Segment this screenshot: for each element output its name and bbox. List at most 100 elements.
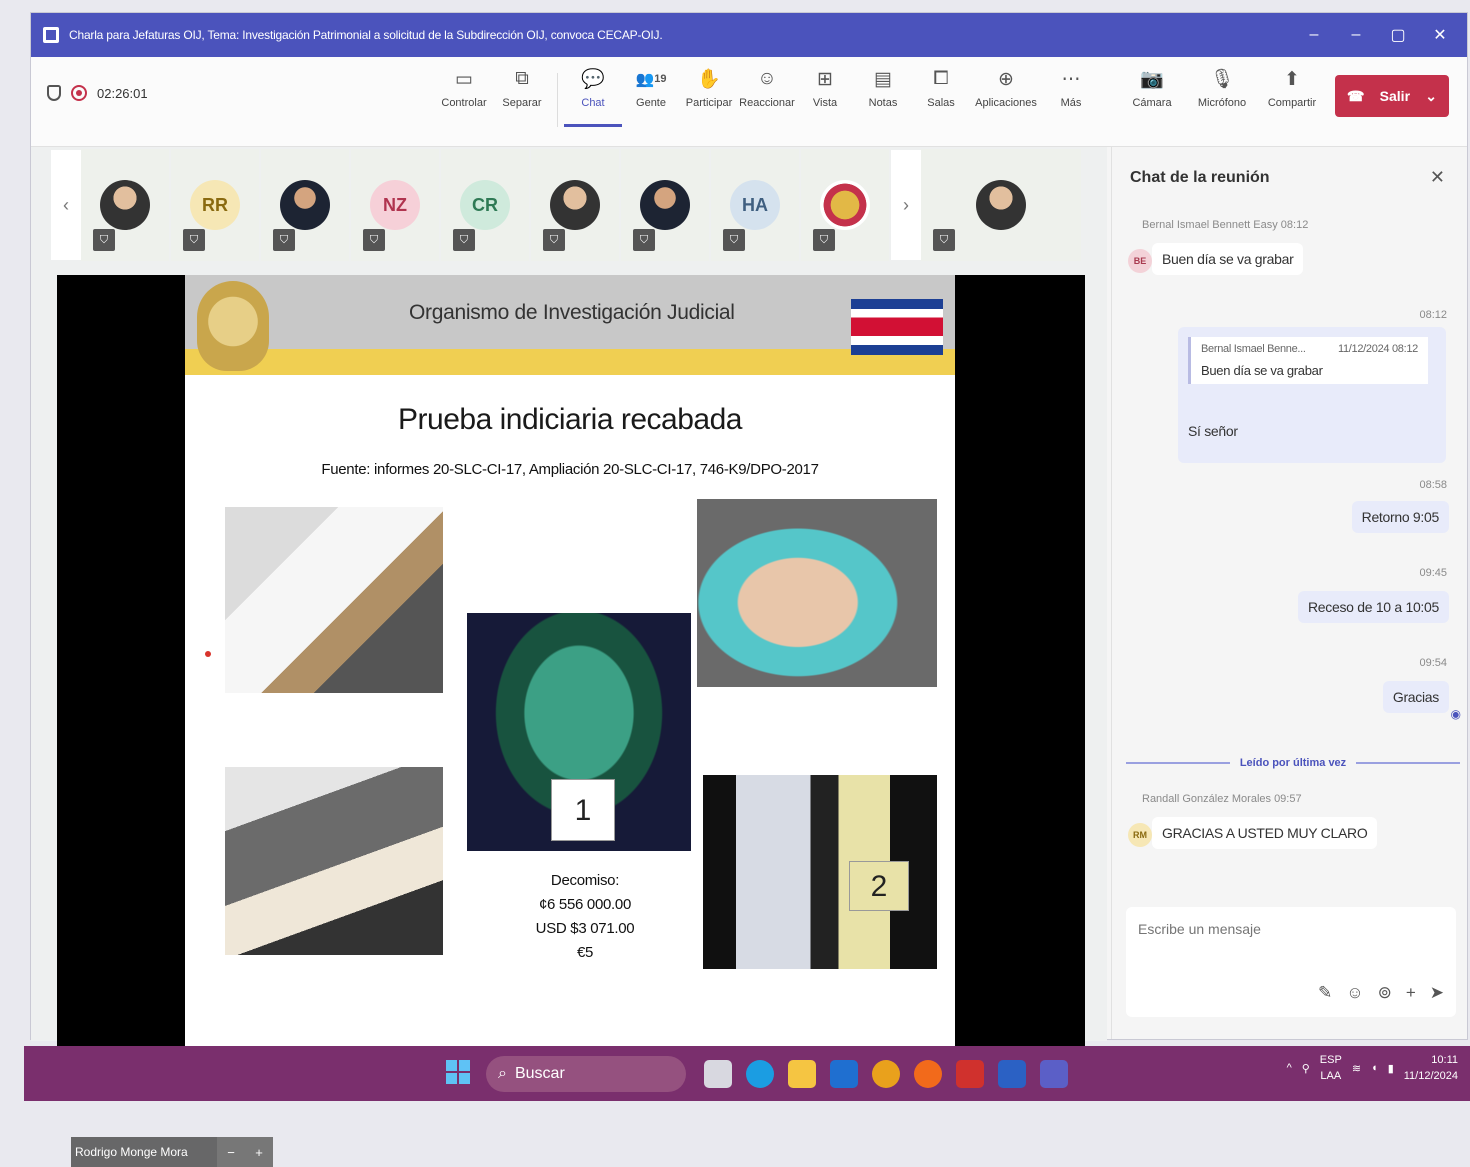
firefox-icon[interactable] bbox=[914, 1060, 942, 1088]
participant-tile[interactable]: ⛉ bbox=[261, 149, 349, 261]
controlar-button[interactable]: ▭ Controlar bbox=[435, 67, 493, 127]
teams-icon[interactable] bbox=[1040, 1060, 1068, 1088]
chrome-icon[interactable] bbox=[872, 1060, 900, 1088]
send-icon[interactable]: ➤ bbox=[1430, 983, 1444, 1003]
participant-tile[interactable]: ⛉ bbox=[801, 149, 889, 261]
maximize-button[interactable]: ▢ bbox=[1377, 25, 1419, 45]
pin-icon[interactable]: ⛉ bbox=[183, 229, 205, 251]
mic-off-icon: 🎙 bbox=[1209, 69, 1235, 90]
zoom-out-icon[interactable]: − bbox=[227, 1145, 235, 1160]
separar-button[interactable]: ⧉ Separar bbox=[493, 67, 551, 127]
share-tray-icon: ▭ bbox=[455, 68, 473, 90]
avatar: NZ bbox=[370, 180, 420, 230]
apps-button[interactable]: ⊕ Aplicaciones bbox=[970, 67, 1042, 127]
participant-tile[interactable]: NZ ⛉ bbox=[351, 149, 439, 261]
pin-icon[interactable]: ⛉ bbox=[93, 229, 115, 251]
rooms-button[interactable]: ⧠ Salas bbox=[912, 67, 970, 127]
chat-message[interactable]: Buen día se va grabar bbox=[1152, 243, 1304, 275]
chat-message[interactable]: Retorno 9:05 bbox=[1351, 501, 1449, 533]
loop-icon[interactable]: ⊚ bbox=[1378, 983, 1392, 1003]
acrobat-icon[interactable] bbox=[956, 1060, 984, 1088]
pin-icon[interactable]: ⛉ bbox=[633, 229, 655, 251]
file-explorer-icon[interactable] bbox=[788, 1060, 816, 1088]
more-button[interactable]: ⋯ Más bbox=[1042, 67, 1100, 127]
add-icon[interactable]: + bbox=[1406, 983, 1416, 1003]
strip-next-button[interactable]: › bbox=[891, 150, 921, 260]
zoom-in-icon[interactable]: + bbox=[255, 1145, 263, 1160]
react-button[interactable]: ☺ Reaccionar bbox=[738, 67, 796, 127]
tool-label: Aplicaciones bbox=[975, 97, 1037, 109]
chevron-down-icon[interactable]: ⌄ bbox=[1425, 88, 1437, 105]
notes-button[interactable]: ▤ Notas bbox=[854, 67, 912, 127]
leave-label: Salir bbox=[1379, 88, 1411, 104]
pin-icon[interactable]: ⛉ bbox=[543, 229, 565, 251]
slide-header: Organismo de Investigación Judicial bbox=[185, 275, 955, 375]
participant-tile[interactable]: CR ⛉ bbox=[441, 149, 529, 261]
tool-label: Participar bbox=[685, 97, 733, 109]
language-indicator[interactable]: ESP LAA bbox=[1320, 1052, 1342, 1084]
minimize-alt-button[interactable]: – bbox=[1293, 26, 1335, 44]
camera-button[interactable]: 📷 Cámara bbox=[1117, 67, 1187, 109]
chat-button[interactable]: 💬 Chat bbox=[564, 67, 622, 127]
taskbar-clock[interactable]: 10:11 11/12/2024 bbox=[1404, 1052, 1458, 1084]
pin-icon[interactable]: ⛉ bbox=[723, 229, 745, 251]
react-icon: ☺ bbox=[757, 68, 777, 89]
pin-icon[interactable]: ⛉ bbox=[273, 229, 295, 251]
chat-message[interactable]: Bernal Ismael Benne... 11/12/2024 08:12 B… bbox=[1178, 327, 1446, 463]
participant-tile[interactable]: HA ⛉ bbox=[711, 149, 799, 261]
raise-hand-button[interactable]: ✋ Participar bbox=[680, 67, 738, 127]
windows-start-icon[interactable] bbox=[446, 1060, 470, 1084]
battery-icon[interactable]: ▮ bbox=[1388, 1062, 1394, 1075]
view-button[interactable]: ⊞ Vista bbox=[796, 67, 854, 127]
taskbar-apps bbox=[704, 1060, 1068, 1088]
divider-line bbox=[1126, 762, 1230, 764]
message-time: 09:54 bbox=[1419, 657, 1447, 669]
edge-icon[interactable] bbox=[746, 1060, 774, 1088]
wifi-icon[interactable]: ≋ bbox=[1352, 1062, 1361, 1075]
pin-icon[interactable]: ⛉ bbox=[933, 229, 955, 251]
format-icon[interactable]: ✎ bbox=[1318, 983, 1332, 1003]
leave-button[interactable]: ☎ Salir ⌄ bbox=[1335, 75, 1449, 117]
chat-message[interactable]: Receso de 10 a 10:05 bbox=[1298, 591, 1449, 623]
participant-tile[interactable]: ⛉ bbox=[531, 149, 619, 261]
taskbar-search[interactable]: ⌕ Buscar bbox=[486, 1056, 686, 1092]
strip-prev-button[interactable]: ‹ bbox=[51, 150, 81, 260]
meeting-stage: ‹ ⛉ RR ⛉ ⛉ NZ ⛉ CR ⛉ ⛉ ⛉ HA ⛉ ⛉ › ⛉ Organism… bbox=[31, 147, 1107, 1167]
phone-icon: ☎ bbox=[1347, 87, 1365, 104]
close-window-button[interactable]: ✕ bbox=[1419, 25, 1461, 45]
people-button[interactable]: 👥 19 Gente bbox=[622, 67, 680, 127]
pin-icon[interactable]: ⛉ bbox=[813, 229, 835, 251]
composer-tools: ✎ ☺ ⊚ + ➤ bbox=[1318, 983, 1444, 1003]
word-icon[interactable] bbox=[998, 1060, 1026, 1088]
camera-off-icon: 📷 bbox=[1140, 69, 1164, 90]
volume-icon[interactable]: ◖ bbox=[1371, 1062, 1378, 1074]
participant-tile[interactable]: ⛉ bbox=[621, 149, 709, 261]
chat-message[interactable]: GRACIAS A USTED MUY CLARO bbox=[1152, 817, 1378, 849]
close-chat-button[interactable]: ✕ bbox=[1430, 167, 1445, 188]
tool-label: Separar bbox=[502, 97, 542, 109]
outlook-icon[interactable] bbox=[830, 1060, 858, 1088]
read-receipt-icon: ◉ bbox=[1450, 707, 1461, 721]
presenter-controls[interactable]: − + bbox=[217, 1137, 273, 1167]
mic-button[interactable]: 🎙 Micrófono bbox=[1187, 67, 1257, 109]
participant-strip: ‹ ⛉ RR ⛉ ⛉ NZ ⛉ CR ⛉ ⛉ ⛉ HA ⛉ ⛉ › ⛉ bbox=[51, 147, 1091, 263]
minimize-button[interactable]: – bbox=[1335, 26, 1377, 44]
avatar bbox=[280, 180, 330, 230]
network-icon[interactable]: ⚲ bbox=[1302, 1062, 1310, 1075]
quote-author: Bernal Ismael Benne... bbox=[1201, 343, 1306, 355]
task-view-icon[interactable] bbox=[704, 1060, 732, 1088]
evidence-photo-k9-dog bbox=[225, 767, 443, 955]
more-icon: ⋯ bbox=[1061, 68, 1081, 90]
message-input[interactable] bbox=[1138, 921, 1438, 937]
pin-icon[interactable]: ⛉ bbox=[363, 229, 385, 251]
emoji-icon[interactable]: ☺ bbox=[1346, 983, 1363, 1003]
chevron-up-icon[interactable]: ^ bbox=[1287, 1062, 1292, 1074]
share-button[interactable]: ⬆ Compartir bbox=[1257, 67, 1327, 110]
participant-tile[interactable]: ⛉ bbox=[921, 149, 1081, 261]
pin-icon[interactable]: ⛉ bbox=[453, 229, 475, 251]
participant-tile[interactable]: ⛉ bbox=[81, 149, 169, 261]
evidence-tag-1: 1 bbox=[551, 779, 615, 841]
chat-message[interactable]: Gracias bbox=[1382, 681, 1449, 713]
participant-tile[interactable]: RR ⛉ bbox=[171, 149, 259, 261]
seizure-line: Decomiso: bbox=[550, 872, 620, 889]
